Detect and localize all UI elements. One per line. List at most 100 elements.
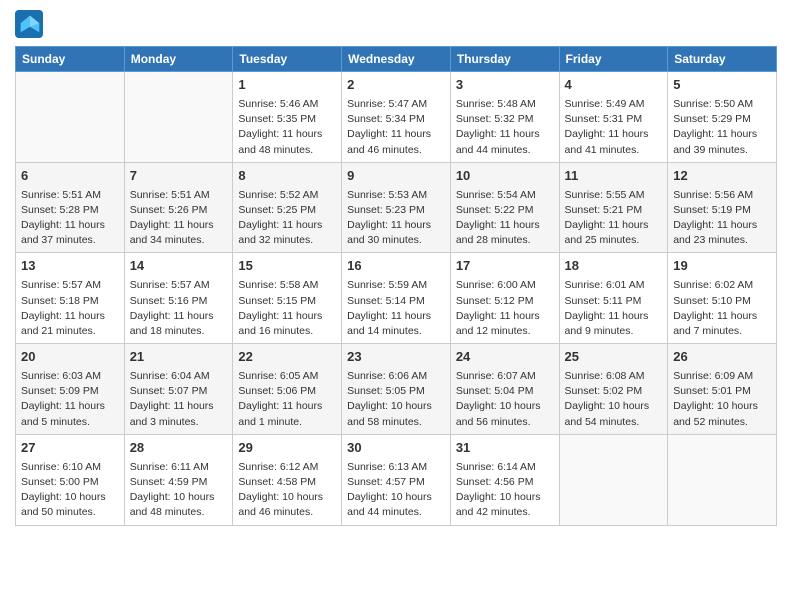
- calendar-cell: 4Sunrise: 5:49 AMSunset: 5:31 PMDaylight…: [559, 72, 668, 163]
- day-number: 1: [238, 76, 336, 95]
- calendar-cell: 5Sunrise: 5:50 AMSunset: 5:29 PMDaylight…: [668, 72, 777, 163]
- day-info: Sunrise: 6:06 AM: [347, 369, 445, 384]
- day-number: 9: [347, 167, 445, 186]
- day-info: Sunrise: 5:52 AM: [238, 188, 336, 203]
- day-info: Sunrise: 6:10 AM: [21, 460, 119, 475]
- calendar-cell: 16Sunrise: 5:59 AMSunset: 5:14 PMDayligh…: [342, 253, 451, 344]
- calendar-week-1: 1 Sunrise: 5:46 AMSunset: 5:35 PM Daylight…: [16, 72, 777, 163]
- day-info: Sunset: 5:22 PM: [456, 203, 554, 218]
- day-info: Daylight: 10 hours and 42 minutes.: [456, 490, 554, 520]
- day-info: Sunrise: 6:13 AM: [347, 460, 445, 475]
- day-info: Sunset: 5:29 PM: [673, 112, 771, 127]
- day-info: Sunset: 5:11 PM: [565, 294, 663, 309]
- day-info: Sunrise: 5:47 AM: [347, 97, 445, 112]
- day-info: Daylight: 11 hours and 14 minutes.: [347, 309, 445, 339]
- day-info: Daylight: 11 hours and 30 minutes.: [347, 218, 445, 248]
- calendar-cell: 30 Sunrise: 6:13 AMSunset: 4:57 PMDayligh…: [342, 434, 451, 525]
- calendar-cell: 29Sunrise: 6:12 AMSunset: 4:58 PMDayligh…: [233, 434, 342, 525]
- calendar-week-2: 6Sunrise: 5:51 AMSunset: 5:28 PMDaylight…: [16, 162, 777, 253]
- day-info: Sunset: 4:57 PM: [347, 475, 445, 490]
- day-info: Sunrise: 6:01 AM: [565, 278, 663, 293]
- day-info: Sunset: 5:05 PM: [347, 384, 445, 399]
- day-info: Sunrise: 5:49 AM: [565, 97, 663, 112]
- day-number: 16: [347, 257, 445, 276]
- day-info: Daylight: 11 hours and 7 minutes.: [673, 309, 771, 339]
- calendar-cell: [16, 72, 125, 163]
- calendar-week-3: 13Sunrise: 5:57 AMSunset: 5:18 PMDayligh…: [16, 253, 777, 344]
- calendar-cell: 8Sunrise: 5:52 AMSunset: 5:25 PMDaylight…: [233, 162, 342, 253]
- day-info: Sunrise: 6:04 AM: [130, 369, 228, 384]
- day-number: 7: [130, 167, 228, 186]
- calendar-cell: 6Sunrise: 5:51 AMSunset: 5:28 PMDaylight…: [16, 162, 125, 253]
- logo: [15, 10, 47, 38]
- day-info: Sunset: 5:12 PM: [456, 294, 554, 309]
- day-info: Daylight: 11 hours and 12 minutes.: [456, 309, 554, 339]
- day-info: Sunset: 4:56 PM: [456, 475, 554, 490]
- day-info: Sunrise: 6:05 AM: [238, 369, 336, 384]
- day-number: 27: [21, 439, 119, 458]
- day-info: Sunset: 5:00 PM: [21, 475, 119, 490]
- day-info: Sunset: 5:21 PM: [565, 203, 663, 218]
- calendar-table: SundayMondayTuesdayWednesdayThursdayFrid…: [15, 46, 777, 526]
- day-info: Sunrise: 5:46 AM: [238, 97, 336, 112]
- day-info: Sunset: 5:06 PM: [238, 384, 336, 399]
- day-info: Daylight: 10 hours and 44 minutes.: [347, 490, 445, 520]
- calendar-cell: 12Sunrise: 5:56 AMSunset: 5:19 PMDayligh…: [668, 162, 777, 253]
- day-number: 14: [130, 257, 228, 276]
- calendar-cell: 19Sunrise: 6:02 AMSunset: 5:10 PMDayligh…: [668, 253, 777, 344]
- day-info: Sunrise: 5:50 AM: [673, 97, 771, 112]
- day-number: 11: [565, 167, 663, 186]
- day-number: 22: [238, 348, 336, 367]
- day-info: Sunrise: 5:55 AM: [565, 188, 663, 203]
- day-info: Daylight: 11 hours and 32 minutes.: [238, 218, 336, 248]
- calendar-cell: 11Sunrise: 5:55 AMSunset: 5:21 PMDayligh…: [559, 162, 668, 253]
- day-info: Sunset: 5:04 PM: [456, 384, 554, 399]
- calendar-cell: 13Sunrise: 5:57 AMSunset: 5:18 PMDayligh…: [16, 253, 125, 344]
- day-number: 30: [347, 439, 445, 458]
- day-info: Sunrise: 5:51 AM: [130, 188, 228, 203]
- day-info: Sunset: 4:59 PM: [130, 475, 228, 490]
- calendar-cell: 1Sunrise: 5:46 AMSunset: 5:35 PMDaylight…: [233, 72, 342, 163]
- day-number: 4: [565, 76, 663, 95]
- calendar-cell: [559, 434, 668, 525]
- day-info: Daylight: 11 hours and 37 minutes.: [21, 218, 119, 248]
- day-info: Sunset: 5:28 PM: [21, 203, 119, 218]
- logo-icon: [15, 10, 43, 38]
- calendar-cell: [124, 72, 233, 163]
- calendar-cell: 3Sunrise: 5:48 AMSunset: 5:32 PMDaylight…: [450, 72, 559, 163]
- day-info: Daylight: 10 hours and 56 minutes.: [456, 399, 554, 429]
- day-info: Sunrise: 5:54 AM: [456, 188, 554, 203]
- day-info: Sunset: 5:34 PM: [347, 112, 445, 127]
- day-info: Sunrise: 5:58 AM: [238, 278, 336, 293]
- col-header-wednesday: Wednesday: [342, 47, 451, 72]
- day-info: Daylight: 11 hours and 18 minutes.: [130, 309, 228, 339]
- day-info: Sunset: 5:35 PM: [238, 112, 336, 127]
- day-number: 10: [456, 167, 554, 186]
- day-info: Sunset: 5:14 PM: [347, 294, 445, 309]
- day-info: Sunset: 5:10 PM: [673, 294, 771, 309]
- day-info: Sunrise: 5:48 AM: [456, 97, 554, 112]
- day-info: Sunrise: 6:00 AM: [456, 278, 554, 293]
- day-info: Daylight: 11 hours and 23 minutes.: [673, 218, 771, 248]
- calendar-cell: 14Sunrise: 5:57 AMSunset: 5:16 PMDayligh…: [124, 253, 233, 344]
- day-info: Sunrise: 6:14 AM: [456, 460, 554, 475]
- day-info: Sunrise: 5:56 AM: [673, 188, 771, 203]
- col-header-friday: Friday: [559, 47, 668, 72]
- day-info: Sunrise: 5:51 AM: [21, 188, 119, 203]
- day-info: Daylight: 11 hours and 46 minutes.: [347, 127, 445, 157]
- calendar-cell: 24 Sunrise: 6:07 AMSunset: 5:04 PMDayligh…: [450, 344, 559, 435]
- calendar-cell: 28Sunrise: 6:11 AMSunset: 4:59 PMDayligh…: [124, 434, 233, 525]
- day-info: Sunset: 5:23 PM: [347, 203, 445, 218]
- day-info: Sunrise: 6:07 AM: [456, 369, 554, 384]
- day-number: 24: [456, 348, 554, 367]
- day-number: 31: [456, 439, 554, 458]
- day-info: Daylight: 11 hours and 41 minutes.: [565, 127, 663, 157]
- day-info: Daylight: 11 hours and 34 minutes.: [130, 218, 228, 248]
- day-info: Sunset: 5:18 PM: [21, 294, 119, 309]
- day-number: 25: [565, 348, 663, 367]
- day-info: Daylight: 10 hours and 46 minutes.: [238, 490, 336, 520]
- day-number: 19: [673, 257, 771, 276]
- day-info: Sunset: 5:25 PM: [238, 203, 336, 218]
- day-number: 17: [456, 257, 554, 276]
- day-number: 15: [238, 257, 336, 276]
